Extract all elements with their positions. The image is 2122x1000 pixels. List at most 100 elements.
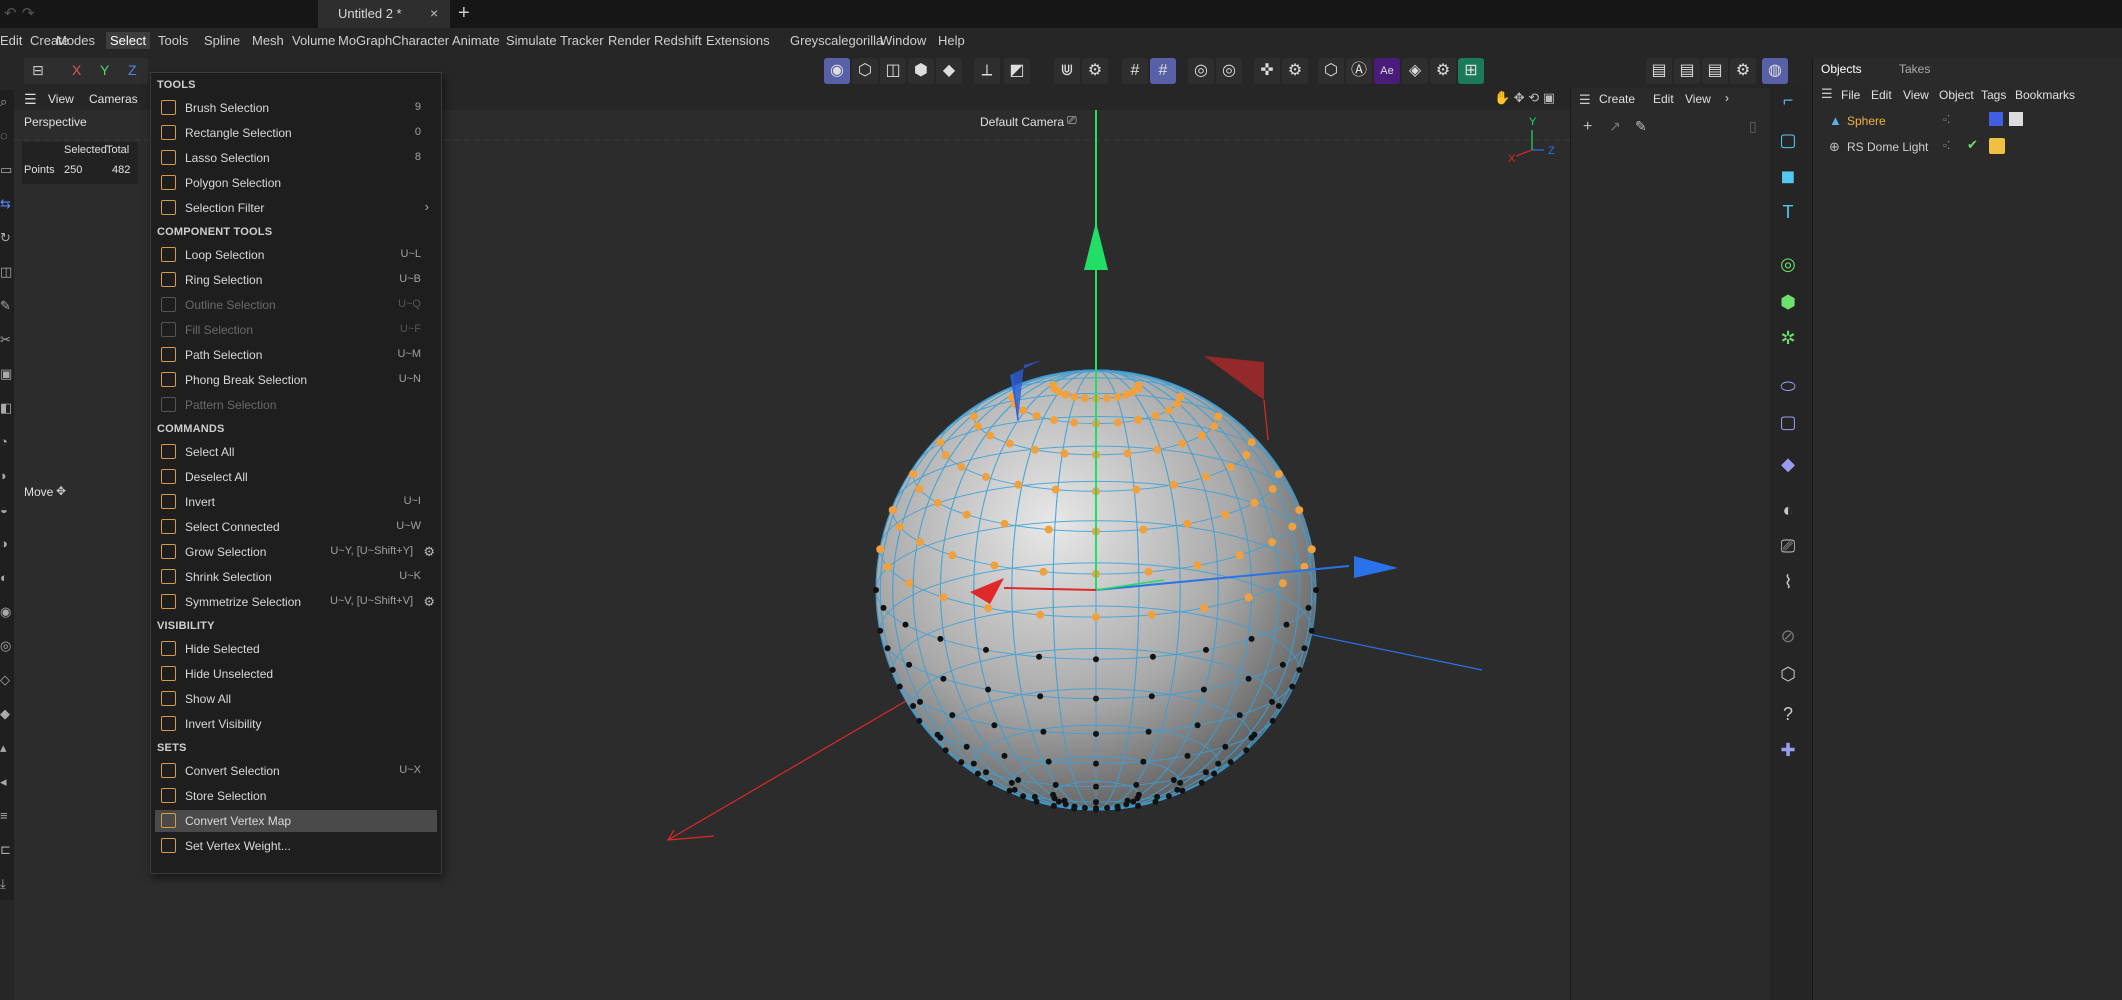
menu-render[interactable]: Render: [608, 33, 651, 48]
menu-item-polygon-selection[interactable]: Polygon Selection: [155, 172, 437, 194]
menu-item-ring-selection[interactable]: Ring Selection U~B: [155, 269, 437, 291]
rename-icon[interactable]: ⊏: [0, 842, 14, 860]
plugin-icon[interactable]: ⊞: [1458, 58, 1484, 84]
menu-modes[interactable]: Modes: [56, 33, 95, 48]
extrude-icon[interactable]: ▣: [0, 366, 14, 384]
undo-icon[interactable]: ↶: [4, 4, 17, 22]
menu-tracker[interactable]: Tracker: [560, 33, 604, 48]
null-icon[interactable]: ▢: [1776, 128, 1800, 152]
menu-help[interactable]: Help: [938, 33, 965, 48]
arrow-icon[interactable]: ↗: [1609, 118, 1621, 135]
menu-item-loop-selection[interactable]: Loop Selection U~L: [155, 244, 437, 266]
menu-item-deselect-all[interactable]: Deselect All: [155, 466, 437, 488]
generator-icon[interactable]: ◎: [1776, 252, 1800, 276]
polygon-pen-icon[interactable]: ◗: [0, 468, 14, 486]
menu-item-shrink-selection[interactable]: Shrink Selection U~K: [155, 566, 437, 588]
eyedropper-icon[interactable]: ✎: [1635, 118, 1647, 135]
object-row[interactable]: ▲ Sphere ▫⁚: [1813, 110, 2122, 134]
falloff-icon[interactable]: ◎: [1216, 58, 1242, 84]
snap-settings-icon[interactable]: ⚙: [1082, 58, 1108, 84]
render-gear-icon[interactable]: ⚙: [1730, 58, 1756, 84]
render-view-icon[interactable]: ▤: [1646, 58, 1672, 84]
field-icon[interactable]: ▢: [1776, 410, 1800, 434]
mirror-icon[interactable]: ◇: [0, 672, 14, 690]
close-icon[interactable]: ×: [430, 5, 438, 21]
menu-tools[interactable]: Tools: [158, 33, 188, 48]
iron-icon[interactable]: ◂: [0, 774, 14, 792]
cube-icon[interactable]: ◈: [1402, 58, 1428, 84]
menu-item-set-vertex-weight[interactable]: Set Vertex Weight...: [155, 835, 437, 857]
pin-icon[interactable]: ⤓: [0, 876, 14, 894]
magnet-icon[interactable]: ▴: [0, 740, 14, 758]
move-icon[interactable]: ⇆: [0, 196, 14, 214]
gear-icon[interactable]: ⚙: [423, 594, 435, 610]
y-axis-toggle[interactable]: Y: [100, 62, 109, 78]
knife-icon[interactable]: ✂: [0, 332, 14, 350]
rotate-icon[interactable]: ↻: [0, 230, 14, 248]
texture-mode-icon[interactable]: ◆: [936, 58, 962, 84]
text-icon[interactable]: T: [1776, 200, 1800, 224]
menu-mesh[interactable]: Mesh: [252, 33, 284, 48]
menu-item-show-all[interactable]: Show All: [155, 688, 437, 710]
menu-mograph[interactable]: MoGraph: [338, 33, 392, 48]
brush-icon[interactable]: ✎: [0, 298, 14, 316]
viewport-menu-view[interactable]: View: [48, 92, 74, 106]
edges-mode-icon[interactable]: ⬡: [852, 58, 878, 84]
paint-icon[interactable]: ◆: [0, 706, 14, 724]
autodesk-icon[interactable]: Ⓐ: [1346, 58, 1372, 84]
magnifier-icon[interactable]: ⌕: [0, 94, 14, 112]
smooth-icon[interactable]: ◉: [0, 604, 14, 622]
lock-icon[interactable]: ⊟: [32, 62, 44, 79]
cube-icon[interactable]: ◼: [1776, 164, 1800, 188]
camera-icon[interactable]: ⎚: [1776, 534, 1800, 558]
menu-item-brush-selection[interactable]: Brush Selection 9: [155, 97, 437, 119]
hamburger-icon[interactable]: ☰: [1821, 86, 1833, 102]
tab-document[interactable]: Untitled 2 * ×: [318, 0, 450, 28]
add-tab-icon[interactable]: +: [458, 2, 470, 25]
visibility-icon[interactable]: ▫⁚: [1943, 113, 1950, 126]
chevron-right-icon[interactable]: ›: [1725, 91, 1729, 105]
tag-phong-icon[interactable]: [1989, 112, 2003, 126]
add-icon[interactable]: +: [1583, 118, 1592, 136]
menu-greyscalegorilla[interactable]: Greyscalegorilla: [790, 33, 883, 48]
polygons-mode-icon[interactable]: ◫: [880, 58, 906, 84]
align-icon[interactable]: ≡: [0, 808, 14, 826]
visibility-icon[interactable]: ▫⁚: [1943, 139, 1950, 152]
mid-menu-edit[interactable]: Edit: [1653, 92, 1674, 106]
tab-takes[interactable]: Takes: [1899, 62, 1930, 76]
scale-icon[interactable]: ◫: [0, 264, 14, 282]
loop-icon[interactable]: ◔: [0, 434, 14, 452]
menu-simulate[interactable]: Simulate: [506, 33, 557, 48]
object-name[interactable]: RS Dome Light: [1847, 140, 1928, 154]
quantize-icon[interactable]: #: [1150, 58, 1176, 84]
bridge-icon[interactable]: ◧: [0, 400, 14, 418]
light-icon[interactable]: ⌇: [1776, 570, 1800, 594]
menu-volume[interactable]: Volume: [292, 33, 335, 48]
object-mode-icon[interactable]: ⬢: [908, 58, 934, 84]
bend-icon[interactable]: ⌐: [1776, 88, 1800, 112]
rectangle-icon[interactable]: ▭: [0, 162, 14, 180]
weld-icon[interactable]: ◎: [0, 638, 14, 656]
help-icon[interactable]: ?: [1776, 702, 1800, 726]
menu-item-hide-unselected[interactable]: Hide Unselected: [155, 663, 437, 685]
objects-menu-bookmarks[interactable]: Bookmarks: [2015, 88, 2075, 102]
mid-menu-create[interactable]: Create: [1599, 92, 1635, 106]
objects-menu-view[interactable]: View: [1903, 88, 1929, 102]
character-icon[interactable]: ⊘: [1776, 624, 1800, 648]
mid-menu-view[interactable]: View: [1685, 92, 1711, 106]
points-mode-icon[interactable]: ◉: [824, 58, 850, 84]
mograph-cloner-icon[interactable]: ⬢: [1776, 290, 1800, 314]
menu-character[interactable]: Character: [392, 33, 449, 48]
menu-item-selection-filter[interactable]: Selection Filter ›: [155, 197, 437, 219]
menu-item-convert-selection[interactable]: Convert Selection U~X: [155, 760, 437, 782]
menu-item-phong-break-selection[interactable]: Phong Break Selection U~N: [155, 369, 437, 391]
z-axis-toggle[interactable]: Z: [128, 62, 137, 78]
menu-item-invert-visibility[interactable]: Invert Visibility: [155, 713, 437, 735]
symmetry-settings-icon[interactable]: ⚙: [1282, 58, 1308, 84]
redo-icon[interactable]: ↷: [22, 4, 35, 22]
menu-item-rectangle-selection[interactable]: Rectangle Selection 0: [155, 122, 437, 144]
hamburger-icon[interactable]: ☰: [1579, 92, 1591, 108]
viewport-nav-icons[interactable]: ✋ ✥ ⟲ ▣: [1494, 90, 1555, 106]
inset-icon[interactable]: ◐: [0, 570, 14, 588]
plane-handle-xy[interactable]: [1204, 356, 1264, 400]
